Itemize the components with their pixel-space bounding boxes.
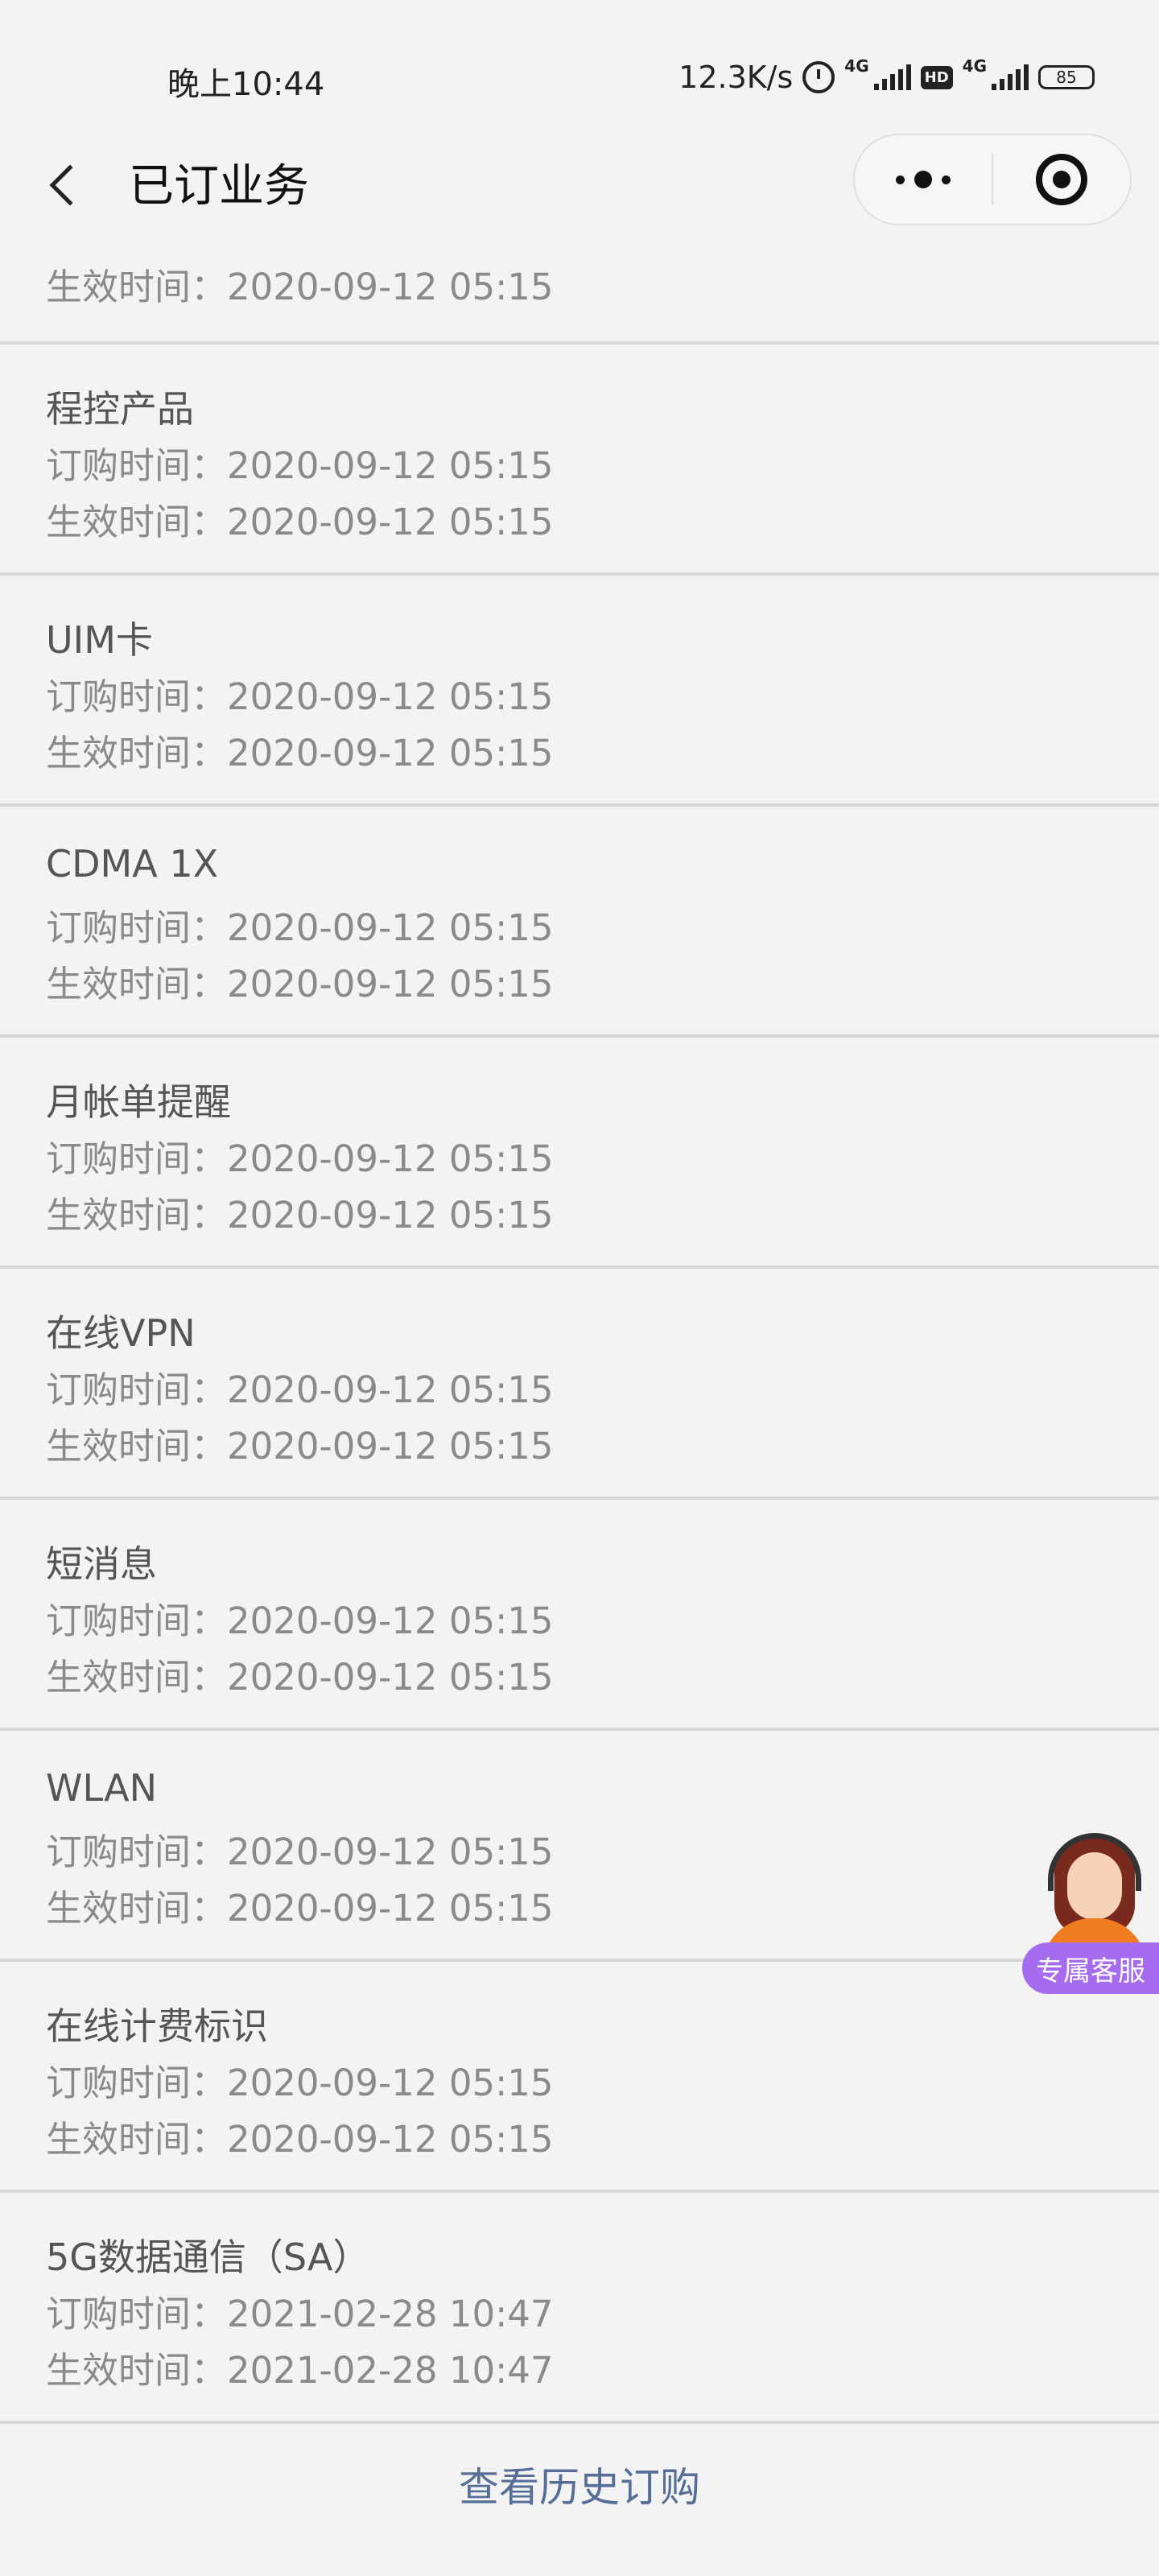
order-time: 订购时间：2020-09-12 05:15	[46, 1831, 554, 1873]
service-name: CDMA 1X	[46, 842, 219, 886]
effect-time: 生效时间：2020-09-12 05:15	[46, 1656, 554, 1699]
signal-icon	[873, 64, 911, 90]
service-name: 在线VPN	[46, 1311, 196, 1355]
status-time: 晚上10:44	[167, 66, 325, 103]
list-item: 生效时间：2020-09-12 05:15	[0, 242, 1159, 341]
service-name: 在线计费标识	[46, 2004, 268, 2048]
order-time: 订购时间：2021-02-28 10:47	[46, 2293, 554, 2335]
more-button[interactable]	[855, 135, 992, 224]
network-type-label: 4G	[962, 56, 987, 76]
service-name: 月帐单提醒	[46, 1080, 231, 1124]
order-time: 订购时间：2020-09-12 05:15	[46, 1600, 554, 1642]
alarm-icon	[802, 61, 835, 93]
list-item: 5G数据通信（SA） 订购时间：2021-02-28 10:47 生效时间：20…	[0, 2193, 1159, 2421]
nav-header: 已订业务	[0, 121, 1159, 242]
chevron-left-icon	[49, 164, 91, 206]
view-history-link[interactable]: 查看历史订购	[0, 2455, 1159, 2513]
effect-time: 生效时间：2020-09-12 05:15	[46, 963, 554, 1005]
order-time: 订购时间：2020-09-12 05:15	[46, 1368, 554, 1411]
hd-badge: HD	[920, 65, 953, 89]
effect-time: 生效时间：2020-09-12 05:15	[46, 1194, 554, 1236]
effect-time: 生效时间：2020-09-12 05:15	[46, 2118, 554, 2161]
net-speed: 12.3K/s	[678, 60, 794, 95]
effect-time: 生效时间：2020-09-12 05:15	[46, 1425, 554, 1468]
miniprogram-capsule	[853, 134, 1132, 225]
list-item: 短消息 订购时间：2020-09-12 05:15 生效时间：2020-09-1…	[0, 1500, 1159, 1728]
close-target-icon	[1036, 154, 1087, 205]
signal-icon	[992, 64, 1029, 90]
service-badge: 专属客服	[1022, 1942, 1159, 1994]
divider	[0, 2421, 1159, 2424]
service-name: WLAN	[46, 1766, 158, 1810]
order-time: 订购时间：2020-09-12 05:15	[46, 675, 554, 718]
service-name: 短消息	[46, 1542, 157, 1586]
customer-service-button[interactable]: 专属客服	[1022, 1831, 1159, 2000]
list-item: WLAN 订购时间：2020-09-12 05:15 生效时间：2020-09-…	[0, 1731, 1159, 1959]
effect-time: 生效时间：2020-09-12 05:15	[46, 501, 554, 543]
list-item: 月帐单提醒 订购时间：2020-09-12 05:15 生效时间：2020-09…	[0, 1038, 1159, 1265]
battery-icon: 85	[1038, 65, 1095, 89]
service-name: 程控产品	[46, 387, 194, 431]
order-time: 订购时间：2020-09-12 05:15	[46, 1137, 554, 1180]
order-time: 订购时间：2020-09-12 05:15	[46, 444, 554, 487]
close-miniprogram-button[interactable]	[993, 135, 1130, 224]
list-item: 在线VPN 订购时间：2020-09-12 05:15 生效时间：2020-09…	[0, 1269, 1159, 1496]
effect-time: 生效时间：2020-09-12 05:15	[46, 732, 554, 774]
list-item: 在线计费标识 订购时间：2020-09-12 05:15 生效时间：2020-0…	[0, 1962, 1159, 2190]
effect-time: 生效时间：2020-09-12 05:15	[46, 1887, 554, 1930]
network-type-label: 4G	[844, 56, 869, 76]
more-dots-icon	[896, 171, 951, 188]
status-icons: 12.3K/s 4G HD 4G 85	[678, 56, 1095, 97]
list-item: UIM卡 订购时间：2020-09-12 05:15 生效时间：2020-09-…	[0, 576, 1159, 803]
order-time: 订购时间：2020-09-12 05:15	[46, 2062, 554, 2104]
page-title: 已订业务	[129, 160, 309, 213]
effect-time: 生效时间：2020-09-12 05:15	[46, 266, 554, 308]
subscription-list: 生效时间：2020-09-12 05:15 程控产品 订购时间：2020-09-…	[0, 242, 1159, 2424]
service-name: UIM卡	[46, 618, 153, 662]
list-item: 程控产品 订购时间：2020-09-12 05:15 生效时间：2020-09-…	[0, 345, 1159, 572]
service-name: 5G数据通信（SA）	[46, 2235, 370, 2279]
effect-time: 生效时间：2021-02-28 10:47	[46, 2349, 554, 2392]
headset-icon	[1048, 1833, 1141, 1891]
list-item: CDMA 1X 订购时间：2020-09-12 05:15 生效时间：2020-…	[0, 807, 1159, 1034]
order-time: 订购时间：2020-09-12 05:15	[46, 906, 554, 949]
back-button[interactable]	[40, 153, 91, 217]
